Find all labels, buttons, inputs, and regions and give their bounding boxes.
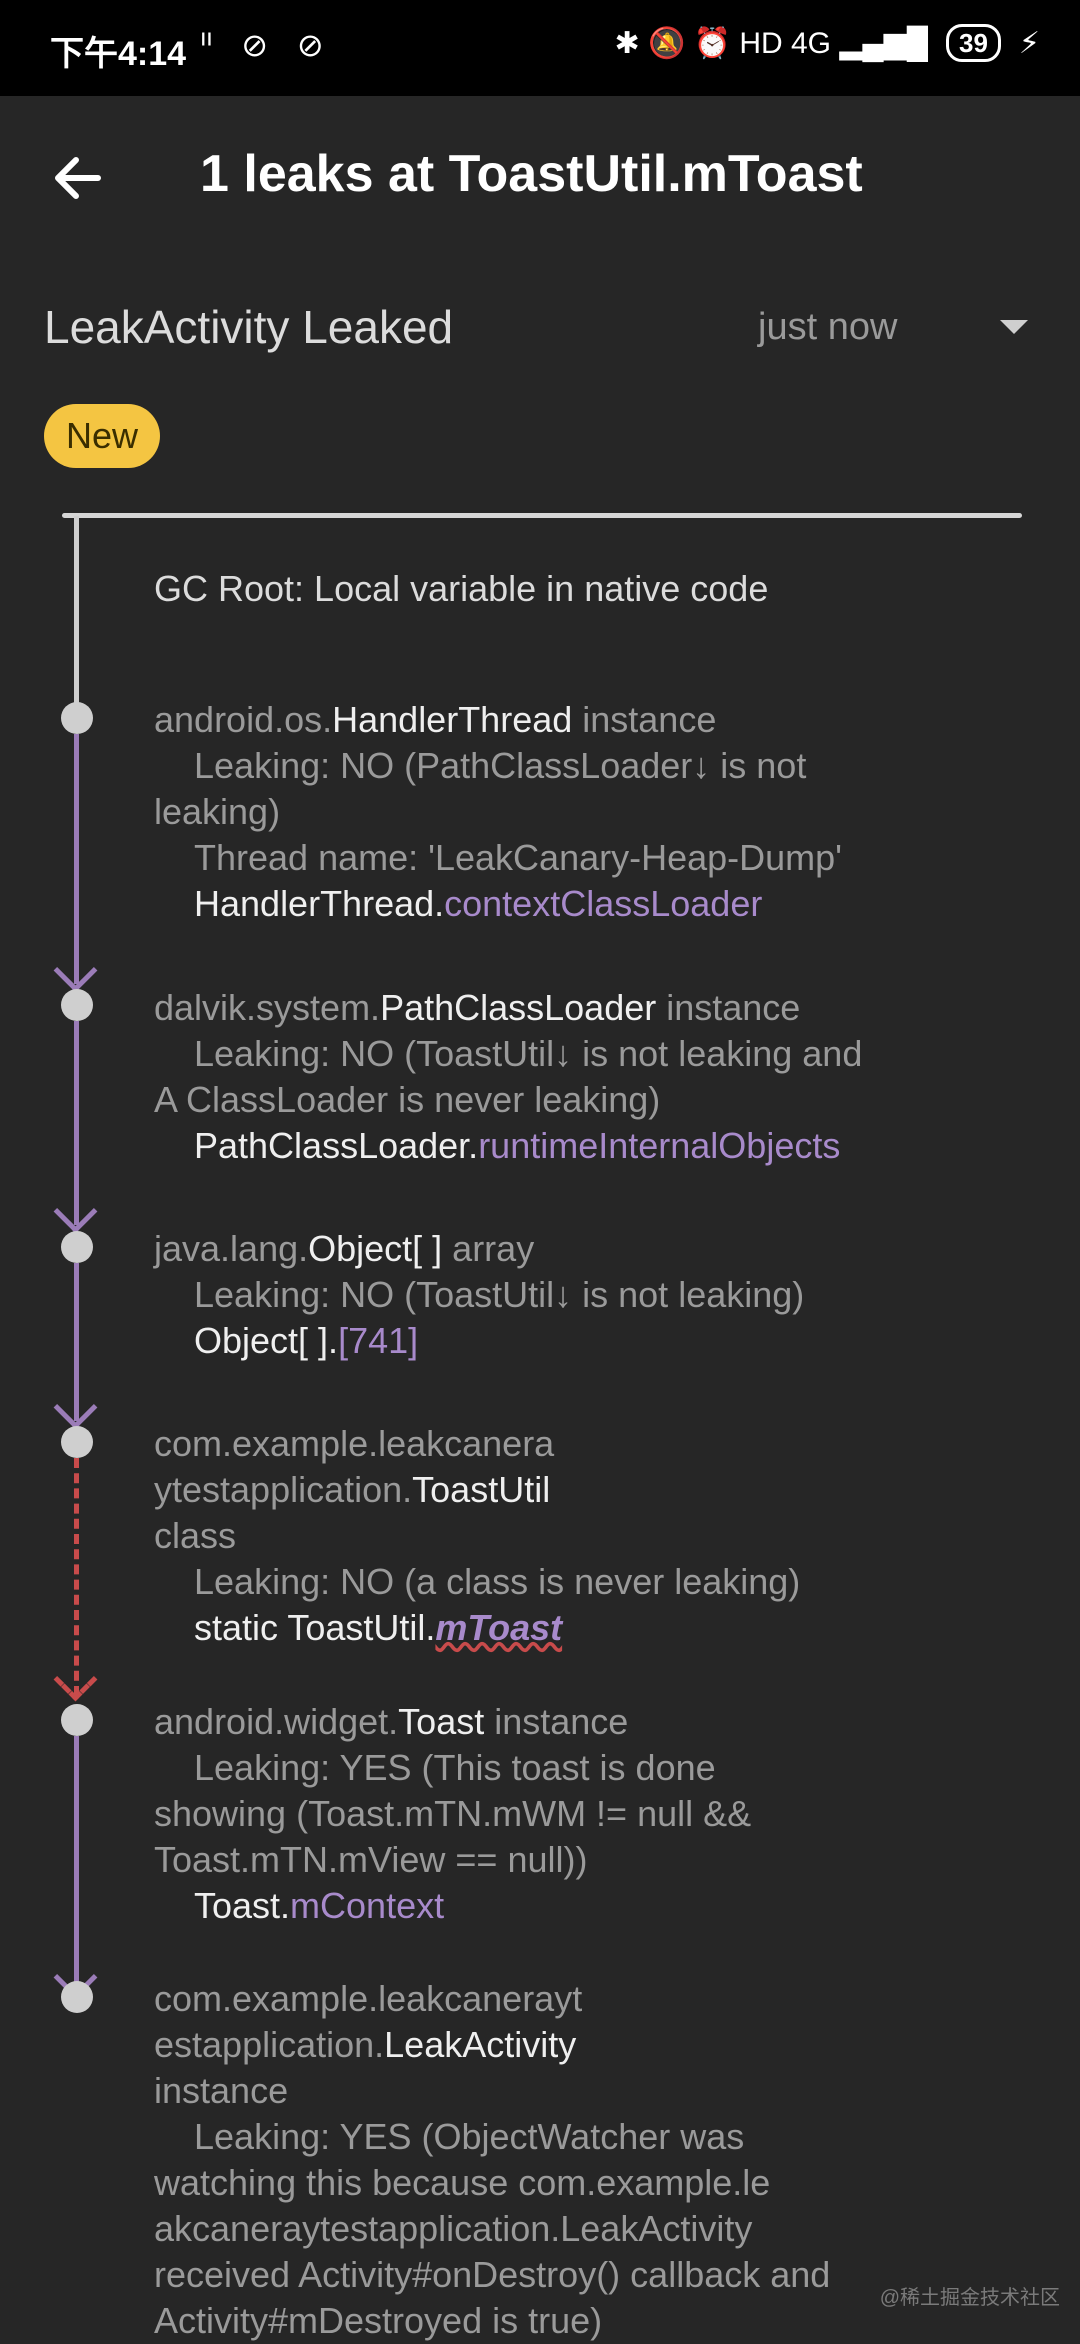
trace-item-toast[interactable]: android.widget.Toast instance Leaking: Y…: [154, 1699, 954, 1929]
notification-icons: ᐦ ⊘ ⊘: [200, 27, 334, 63]
back-arrow-icon[interactable]: [48, 148, 108, 208]
system-icons: ✱ 🔕 ⏰ HD 4G ▂▄▆█: [614, 26, 928, 60]
leaking-reference: mToast: [435, 1607, 563, 1648]
trace-top-divider: [62, 513, 1022, 518]
trace-item-pathclassloader[interactable]: dalvik.system.PathClassLoader instance L…: [154, 985, 954, 1169]
down-arrow-icon: [53, 948, 98, 993]
trace-node-pathclassloader: [61, 989, 93, 1021]
gc-root-label: GC Root: Local variable in native code: [154, 568, 769, 609]
leak-summary-time: just now: [758, 306, 898, 348]
trace-line-1: [74, 734, 79, 984]
trace-item-toastutil[interactable]: com.example.leakcanera ytestapplication.…: [154, 1421, 954, 1651]
status-time: 下午4:14: [50, 35, 187, 73]
down-arrow-icon: [53, 1189, 98, 1234]
down-arrow-icon: [53, 1385, 98, 1430]
leak-summary-title: LeakActivity Leaked: [44, 301, 454, 353]
trace-item-leakactivity[interactable]: com.example.leakcanerayt estapplication.…: [154, 1976, 954, 2344]
app-bar: 1 leaks at ToastUtil.mToast: [0, 96, 1080, 256]
page-title: 1 leaks at ToastUtil.mToast: [200, 145, 863, 203]
chevron-down-icon[interactable]: [1000, 320, 1028, 334]
charging-icon: ⚡: [1018, 26, 1040, 60]
new-badge: New: [44, 404, 161, 468]
trace-node-toastutil: [61, 1426, 93, 1458]
watermark: @稀土掘金技术社区: [879, 2287, 1060, 2309]
battery-icon: 39: [946, 24, 1001, 62]
trace-item-handlerthread[interactable]: android.os.HandlerThread instance Leakin…: [154, 697, 954, 927]
leak-summary-row[interactable]: LeakActivity Leaked just now: [44, 300, 1044, 370]
trace-line-gcroot: [74, 516, 79, 718]
status-right: ✱ 🔕 ⏰ HD 4G ▂▄▆█ 39 ⚡: [614, 24, 1040, 62]
trace-node-object-array: [61, 1231, 93, 1263]
trace-node-handlerthread: [61, 702, 93, 734]
down-arrow-icon: [53, 1657, 98, 1702]
trace-node-leakactivity: [61, 1981, 93, 2013]
trace-node-toast: [61, 1704, 93, 1736]
status-bar: 下午4:14 ᐦ ⊘ ⊘ ✱ 🔕 ⏰ HD 4G ▂▄▆█ 39 ⚡: [0, 0, 1080, 96]
trace-item-object-array[interactable]: java.lang.Object[ ] array Leaking: NO (T…: [154, 1226, 954, 1364]
